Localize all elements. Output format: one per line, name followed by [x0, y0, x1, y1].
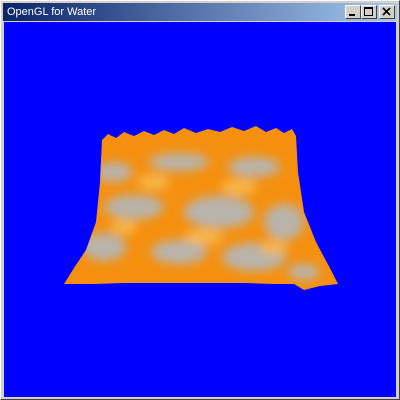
water-surface-render — [4, 22, 396, 397]
window-title: OpenGL for Water — [7, 6, 97, 18]
app-window: OpenGL for Water — [0, 0, 400, 400]
maximize-button[interactable] — [361, 5, 377, 19]
close-icon — [382, 7, 391, 16]
minimize-button[interactable] — [345, 5, 361, 19]
title-bar[interactable]: OpenGL for Water — [3, 3, 397, 21]
opengl-viewport[interactable] — [4, 22, 396, 397]
minimize-icon — [349, 14, 355, 16]
close-button[interactable] — [379, 5, 395, 19]
maximize-icon — [364, 7, 373, 16]
